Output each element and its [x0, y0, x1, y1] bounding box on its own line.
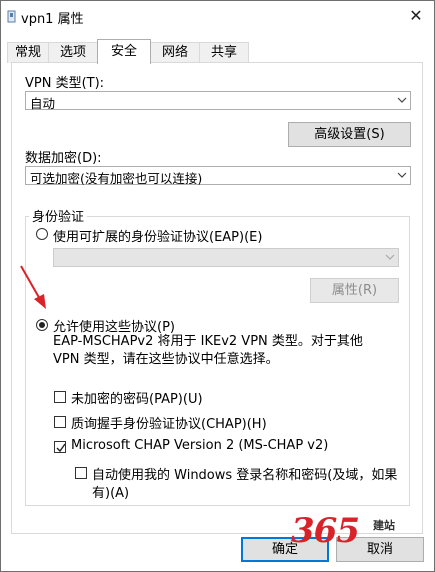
chevron-down-icon — [385, 254, 395, 260]
advanced-settings-button[interactable]: 高级设置(S) — [288, 122, 411, 147]
eap-radio[interactable] — [36, 228, 48, 240]
watermark-number: 365 — [291, 511, 360, 551]
vpn-type-label: VPN 类型(T): — [25, 76, 105, 91]
vpn-type-value: 自动 — [30, 96, 56, 111]
chevron-down-icon — [397, 97, 407, 103]
auto-logon-checkbox[interactable] — [75, 467, 87, 479]
window-title: vpn1 属性 — [21, 12, 84, 27]
tab-general[interactable]: 常规 — [7, 42, 49, 63]
chevron-down-icon — [397, 172, 407, 178]
watermark-text: 建站 — [373, 519, 395, 532]
mschapv2-label: Microsoft CHAP Version 2 (MS-CHAP v2) — [71, 438, 329, 453]
encryption-label: 数据加密(D): — [25, 151, 102, 166]
pap-checkbox[interactable] — [54, 391, 66, 403]
tab-security[interactable]: 安全 — [97, 39, 151, 64]
watermark-logo: 365 建站 — [291, 511, 421, 551]
checkmark-icon — [56, 443, 66, 453]
chap-checkbox[interactable] — [54, 416, 66, 428]
properties-dialog: vpn1 属性 ✕ 常规 选项 安全 网络 共享 VPN 类型(T): 自动 高… — [0, 0, 435, 572]
encryption-value: 可选加密(没有加密也可以连接) — [30, 171, 203, 186]
vpn-connection-icon — [7, 10, 16, 23]
close-button[interactable]: ✕ — [404, 4, 428, 26]
authentication-group-title: 身份验证 — [29, 206, 88, 225]
tab-sharing[interactable]: 共享 — [199, 42, 249, 63]
pap-label: 未加密的密码(PAP)(U) — [71, 392, 203, 407]
allow-protocols-radio[interactable] — [36, 319, 48, 331]
tab-strip: 常规 选项 安全 网络 共享 — [7, 39, 427, 64]
auto-logon-label-line1: 自动使用我的 Windows 登录名称和密码(及域，如果 — [92, 468, 398, 483]
mschapv2-checkbox[interactable] — [54, 441, 66, 453]
radio-selected-dot — [39, 322, 45, 328]
eap-method-select — [53, 248, 399, 267]
close-icon: ✕ — [409, 5, 423, 25]
protocol-description: EAP-MSCHAPv2 将用于 IKEv2 VPN 类型。对于其他 VPN 类… — [53, 334, 363, 367]
tab-options[interactable]: 选项 — [48, 42, 98, 63]
encryption-select[interactable]: 可选加密(没有加密也可以连接) — [25, 166, 411, 186]
chap-label: 质询握手身份验证协议(CHAP)(H) — [71, 417, 267, 432]
auto-logon-label-line2: 有)(A) — [92, 486, 130, 501]
tab-networking[interactable]: 网络 — [150, 42, 200, 63]
eap-radio-label: 使用可扩展的身份验证协议(EAP)(E) — [53, 230, 263, 245]
title-bar[interactable]: vpn1 属性 ✕ — [1, 1, 434, 31]
annotation-arrow-icon — [20, 265, 46, 309]
eap-properties-button: 属性(R) — [310, 278, 399, 303]
vpn-type-select[interactable]: 自动 — [25, 91, 411, 111]
